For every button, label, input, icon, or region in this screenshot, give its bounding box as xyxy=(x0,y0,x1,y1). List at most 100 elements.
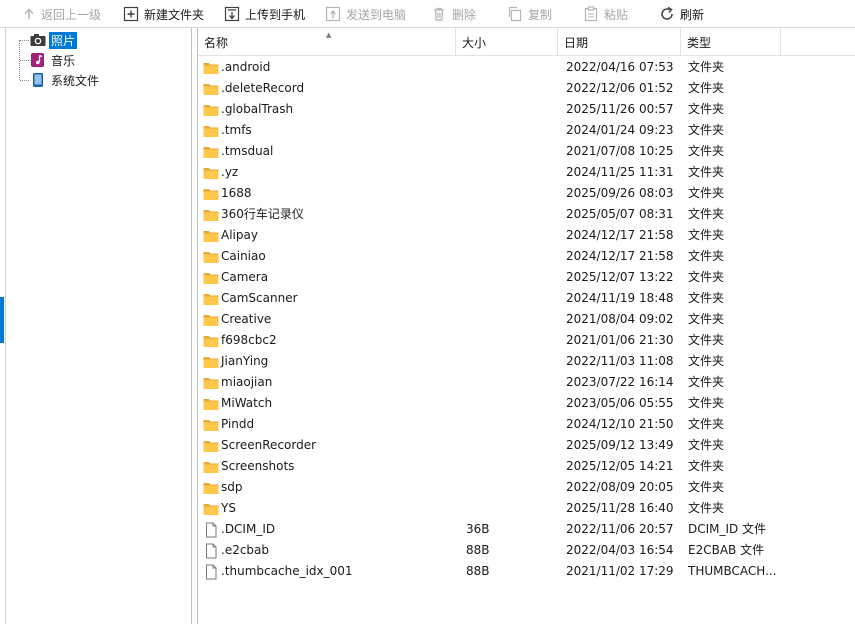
file-row[interactable]: f698cbc2 2021/01/06 21:30 文件夹 xyxy=(198,330,855,351)
file-date: 2022/11/03 11:08 xyxy=(566,354,674,368)
column-header-size[interactable]: 大小 xyxy=(456,28,558,56)
file-name: .yz xyxy=(221,165,239,179)
upload-to-phone-button[interactable]: 上传到手机 xyxy=(224,4,305,24)
file-type: E2CBAB 文件 xyxy=(688,543,765,557)
folder-icon xyxy=(203,377,219,389)
file-date: 2024/12/10 21:50 xyxy=(566,417,674,431)
file-name-cell: CamScanner xyxy=(203,288,458,309)
file-name: sdp xyxy=(221,480,243,494)
file-row[interactable]: YS 2025/11/28 16:40 文件夹 xyxy=(198,498,855,519)
delete-button[interactable]: 删除 xyxy=(431,4,476,24)
copy-icon xyxy=(508,6,522,22)
folder-icon xyxy=(203,440,219,452)
file-name-cell: .android xyxy=(203,57,458,78)
file-row[interactable]: Screenshots 2025/12/05 14:21 文件夹 xyxy=(198,456,855,477)
file-icon xyxy=(206,543,217,558)
file-row[interactable]: .globalTrash 2025/11/26 00:57 文件夹 xyxy=(198,99,855,120)
file-name: Camera xyxy=(221,270,269,284)
file-row[interactable]: JianYing 2022/11/03 11:08 文件夹 xyxy=(198,351,855,372)
file-row[interactable]: .e2cbab 88B 2022/04/03 16:54 E2CBAB 文件 xyxy=(198,540,855,561)
folder-tree: 照片 音乐 系统文件 xyxy=(5,28,192,624)
file-name: CamScanner xyxy=(221,291,298,305)
file-size xyxy=(466,498,556,519)
column-header-date[interactable]: 日期 xyxy=(558,28,681,56)
trash-icon xyxy=(434,7,444,21)
file-row[interactable]: Creative 2021/08/04 09:02 文件夹 xyxy=(198,309,855,330)
file-date: 2025/09/12 13:49 xyxy=(566,438,674,452)
tree-item-music[interactable]: 音乐 xyxy=(20,51,77,69)
file-row[interactable]: 360行车记录仪 2025/05/07 08:31 文件夹 xyxy=(198,204,855,225)
file-size xyxy=(466,393,556,414)
send-to-pc-button[interactable]: 发送到电脑 xyxy=(325,4,406,24)
file-row[interactable]: .thumbcache_idx_001 88B 2021/11/02 17:29 TH… xyxy=(198,561,855,582)
file-name-cell: YS xyxy=(203,498,458,519)
file-date: 2022/04/16 07:53 xyxy=(566,60,674,74)
file-row[interactable]: CamScanner 2024/11/19 18:48 文件夹 xyxy=(198,288,855,309)
file-name: JianYing xyxy=(221,354,269,368)
file-size xyxy=(466,162,556,183)
file-row[interactable]: sdp 2022/08/09 20:05 文件夹 xyxy=(198,477,855,498)
folder-icon xyxy=(203,146,219,158)
paste-button[interactable]: 粘贴 xyxy=(583,4,628,24)
file-name-cell: Creative xyxy=(203,309,458,330)
new-folder-button[interactable]: 新建文件夹 xyxy=(123,4,204,24)
upload-label: 上传到手机 xyxy=(245,7,306,22)
file-row[interactable]: MiWatch 2023/05/06 05:55 文件夹 xyxy=(198,393,855,414)
file-row[interactable]: Pindd 2024/12/10 21:50 文件夹 xyxy=(198,414,855,435)
file-row[interactable]: .tmfs 2024/01/24 09:23 文件夹 xyxy=(198,120,855,141)
file-name: MiWatch xyxy=(221,396,273,410)
file-name: .tmsdual xyxy=(221,144,274,158)
folder-icon xyxy=(203,272,219,284)
file-date: 2021/01/06 21:30 xyxy=(566,333,674,347)
file-date: 2021/08/04 09:02 xyxy=(566,312,674,326)
file-date: 2022/11/06 20:57 xyxy=(566,522,674,536)
file-row[interactable]: Alipay 2024/12/17 21:58 文件夹 xyxy=(198,225,855,246)
file-size xyxy=(466,204,556,225)
folder-icon xyxy=(203,62,219,74)
file-name: Cainiao xyxy=(221,249,266,263)
file-name-cell: JianYing xyxy=(203,351,458,372)
file-row[interactable]: miaojian 2023/07/22 16:14 文件夹 xyxy=(198,372,855,393)
file-date: 2022/04/03 16:54 xyxy=(566,543,674,557)
file-date: 2024/12/17 21:58 xyxy=(566,228,674,242)
back-button[interactable]: 返回上一级 xyxy=(22,4,101,24)
file-date: 2025/12/05 14:21 xyxy=(566,459,674,473)
file-type: DCIM_ID 文件 xyxy=(688,522,767,536)
file-size xyxy=(466,225,556,246)
delete-label: 删除 xyxy=(452,7,477,22)
paste-label: 粘贴 xyxy=(604,7,629,22)
file-type: 文件夹 xyxy=(688,249,725,263)
file-type: 文件夹 xyxy=(688,354,725,368)
tree-item-system-files[interactable]: 系统文件 xyxy=(20,71,101,89)
file-row[interactable]: .android 2022/04/16 07:53 文件夹 xyxy=(198,57,855,78)
file-row[interactable]: ScreenRecorder 2025/09/12 13:49 文件夹 xyxy=(198,435,855,456)
file-name-cell: .yz xyxy=(203,162,458,183)
file-date: 2024/01/24 09:23 xyxy=(566,123,674,137)
file-name-cell: Pindd xyxy=(203,414,458,435)
column-header-type[interactable]: 类型 xyxy=(681,28,781,56)
file-row[interactable]: Camera 2025/12/07 13:22 文件夹 xyxy=(198,267,855,288)
file-size xyxy=(466,309,556,330)
send-icon xyxy=(325,6,341,22)
file-size: 36B xyxy=(466,522,490,536)
file-type: 文件夹 xyxy=(688,207,725,221)
file-name: .DCIM_ID xyxy=(221,522,276,536)
file-name-cell: .thumbcache_idx_001 xyxy=(203,561,458,582)
file-type: 文件夹 xyxy=(688,165,725,179)
file-name-cell: f698cbc2 xyxy=(203,330,458,351)
file-row[interactable]: .deleteRecord 2022/12/06 01:52 文件夹 xyxy=(198,78,855,99)
file-row[interactable]: .tmsdual 2021/07/08 10:25 文件夹 xyxy=(198,141,855,162)
file-row[interactable]: .DCIM_ID 36B 2022/11/06 20:57 DCIM_ID 文件 xyxy=(198,519,855,540)
tree-item-photos[interactable]: 照片 xyxy=(20,31,78,49)
refresh-button[interactable]: 刷新 xyxy=(659,4,704,24)
file-row[interactable]: 1688 2025/09/26 08:03 文件夹 xyxy=(198,183,855,204)
file-size xyxy=(466,477,556,498)
file-name-cell: 1688 xyxy=(203,183,458,204)
file-row[interactable]: Cainiao 2024/12/17 21:58 文件夹 xyxy=(198,246,855,267)
file-date: 2023/07/22 16:14 xyxy=(566,375,674,389)
file-size xyxy=(466,456,556,477)
file-size xyxy=(466,330,556,351)
copy-button[interactable]: 复制 xyxy=(507,4,552,24)
file-type: THUMBCACH... xyxy=(688,564,777,578)
file-row[interactable]: .yz 2024/11/25 11:31 文件夹 xyxy=(198,162,855,183)
